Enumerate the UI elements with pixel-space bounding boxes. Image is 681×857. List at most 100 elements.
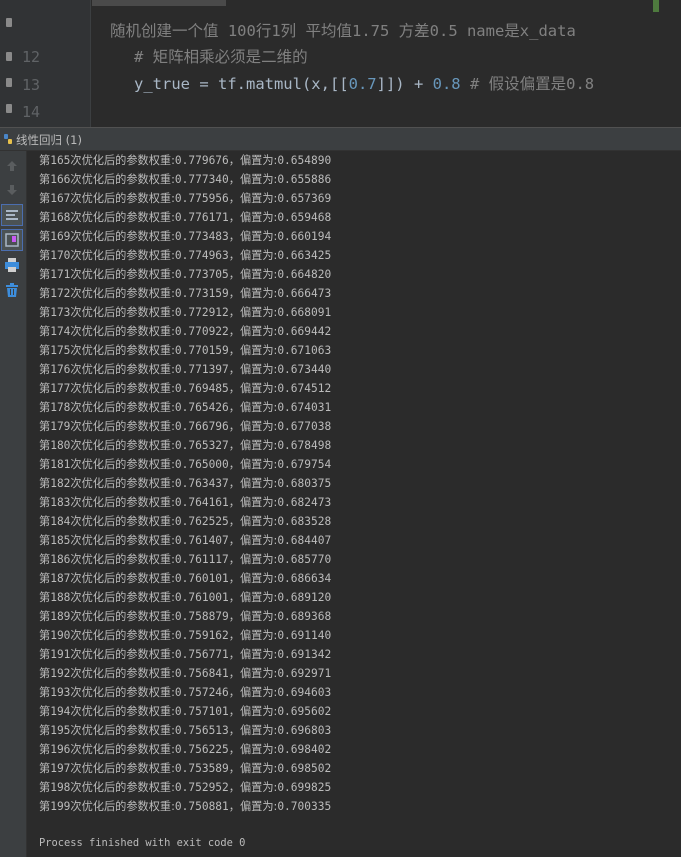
console-line: 第195次优化后的参数权重:0.756513，偏置为:0.696803 <box>39 721 331 740</box>
run-tool-window-header[interactable]: 线性回归 (1) <box>0 127 681 151</box>
console-line: 第189次优化后的参数权重:0.758879，偏置为:0.689368 <box>39 607 331 626</box>
step-number: 198 <box>50 781 71 794</box>
step-number: 169 <box>50 230 71 243</box>
weight-value: 0.771397 <box>174 363 229 376</box>
weight-value: 0.770159 <box>174 344 229 357</box>
code-editor[interactable]: 12 13 14 随机创建一个值 100行1列 平均值1.75 方差0.5 na… <box>0 0 681 127</box>
weight-value: 0.777340 <box>174 173 229 186</box>
step-number: 178 <box>50 401 71 414</box>
weight-value: 0.765426 <box>174 401 229 414</box>
console-line: 第197次优化后的参数权重:0.753589，偏置为:0.698502 <box>39 759 331 778</box>
step-prefix: 第 <box>39 458 51 471</box>
weight-value: 0.770922 <box>174 325 229 338</box>
console-line: 第172次优化后的参数权重:0.773159，偏置为:0.666473 <box>39 284 331 303</box>
console-lines: 第165次优化后的参数权重:0.779676，偏置为:0.654890 第166次… <box>39 151 331 816</box>
console-line: 第181次优化后的参数权重:0.765000，偏置为:0.679754 <box>39 455 331 474</box>
weight-label: 次优化后的参数权重: <box>70 705 175 718</box>
weight-label: 次优化后的参数权重: <box>70 534 175 547</box>
bias-value: 0.694603 <box>277 686 332 699</box>
bias-value: 0.689120 <box>277 591 332 604</box>
step-prefix: 第 <box>39 401 51 414</box>
print-icon[interactable] <box>1 254 23 276</box>
weight-value: 0.756771 <box>174 648 229 661</box>
step-number: 175 <box>50 344 71 357</box>
up-arrow-icon[interactable] <box>1 155 23 177</box>
step-prefix: 第 <box>39 344 51 357</box>
code-comment: # 假设偏置是0.8 <box>460 75 595 93</box>
console-line: 第184次优化后的参数权重:0.762525，偏置为:0.683528 <box>39 512 331 531</box>
step-prefix: 第 <box>39 439 51 452</box>
bias-label: ，偏置为: <box>228 705 278 718</box>
step-number: 197 <box>50 762 71 775</box>
weight-label: 次优化后的参数权重: <box>70 401 175 414</box>
bias-label: ，偏置为: <box>228 667 278 680</box>
console-line: 第198次优化后的参数权重:0.752952，偏置为:0.699825 <box>39 778 331 797</box>
step-prefix: 第 <box>39 572 51 585</box>
step-prefix: 第 <box>39 800 51 813</box>
bias-label: ，偏置为: <box>228 553 278 566</box>
step-prefix: 第 <box>39 591 51 604</box>
fold-marker-icon[interactable] <box>6 18 12 27</box>
console-line: 第188次优化后的参数权重:0.761001，偏置为:0.689120 <box>39 588 331 607</box>
step-number: 177 <box>50 382 71 395</box>
step-prefix: 第 <box>39 667 51 680</box>
weight-label: 次优化后的参数权重: <box>70 363 175 376</box>
bias-label: ，偏置为: <box>228 458 278 471</box>
trash-icon[interactable] <box>1 279 23 301</box>
bias-value: 0.692971 <box>277 667 332 680</box>
bias-label: ，偏置为: <box>228 344 278 357</box>
weight-label: 次优化后的参数权重: <box>70 344 175 357</box>
bias-label: ，偏置为: <box>228 192 278 205</box>
weight-label: 次优化后的参数权重: <box>70 762 175 775</box>
step-prefix: 第 <box>39 325 51 338</box>
step-number: 186 <box>50 553 71 566</box>
soft-wrap-icon[interactable] <box>1 204 23 226</box>
run-side-toolbar <box>0 151 27 857</box>
console-line: 第194次优化后的参数权重:0.757101，偏置为:0.695602 <box>39 702 331 721</box>
console-line: 第190次优化后的参数权重:0.759162，偏置为:0.691140 <box>39 626 331 645</box>
weight-label: 次优化后的参数权重: <box>70 572 175 585</box>
weight-value: 0.761407 <box>174 534 229 547</box>
bias-value: 0.696803 <box>277 724 332 737</box>
step-number: 166 <box>50 173 71 186</box>
bias-value: 0.655886 <box>277 173 332 186</box>
bias-label: ，偏置为: <box>228 686 278 699</box>
bias-value: 0.668091 <box>277 306 332 319</box>
console-line: 第183次优化后的参数权重:0.764161，偏置为:0.682473 <box>39 493 331 512</box>
line-number: 14 <box>21 103 40 121</box>
weight-value: 0.765000 <box>174 458 229 471</box>
weight-label: 次优化后的参数权重: <box>70 268 175 281</box>
code-comment-line-12: # 矩阵相乘必须是二维的 <box>134 48 308 66</box>
step-number: 174 <box>50 325 71 338</box>
step-number: 191 <box>50 648 71 661</box>
editor-horizontal-scrollbar[interactable] <box>92 0 226 6</box>
line-number: 13 <box>21 76 40 94</box>
weight-label: 次优化后的参数权重: <box>70 211 175 224</box>
weight-value: 0.753589 <box>174 762 229 775</box>
bias-value: 0.654890 <box>277 154 332 167</box>
step-prefix: 第 <box>39 762 51 775</box>
weight-value: 0.756841 <box>174 667 229 680</box>
weight-value: 0.773705 <box>174 268 229 281</box>
line-number: 12 <box>21 48 40 66</box>
weight-value: 0.761117 <box>174 553 229 566</box>
step-number: 171 <box>50 268 71 281</box>
bias-label: ，偏置为: <box>228 211 278 224</box>
console-line: 第166次优化后的参数权重:0.777340，偏置为:0.655886 <box>39 170 331 189</box>
bias-value: 0.699825 <box>277 781 332 794</box>
weight-value: 0.772912 <box>174 306 229 319</box>
scroll-to-end-icon[interactable] <box>1 229 23 251</box>
bias-value: 0.660194 <box>277 230 332 243</box>
console-output[interactable]: 第165次优化后的参数权重:0.779676，偏置为:0.654890 第166次… <box>27 151 681 857</box>
bias-value: 0.698402 <box>277 743 332 756</box>
bias-label: ，偏置为: <box>228 420 278 433</box>
weight-value: 0.756225 <box>174 743 229 756</box>
bias-label: ，偏置为: <box>228 439 278 452</box>
weight-value: 0.752952 <box>174 781 229 794</box>
down-arrow-icon[interactable] <box>1 179 23 201</box>
console-line: 第174次优化后的参数权重:0.770922，偏置为:0.669442 <box>39 322 331 341</box>
weight-value: 0.765327 <box>174 439 229 452</box>
weight-label: 次优化后的参数权重: <box>70 287 175 300</box>
weight-value: 0.769485 <box>174 382 229 395</box>
run-tab-title[interactable]: 线性回归 (1) <box>16 132 82 148</box>
